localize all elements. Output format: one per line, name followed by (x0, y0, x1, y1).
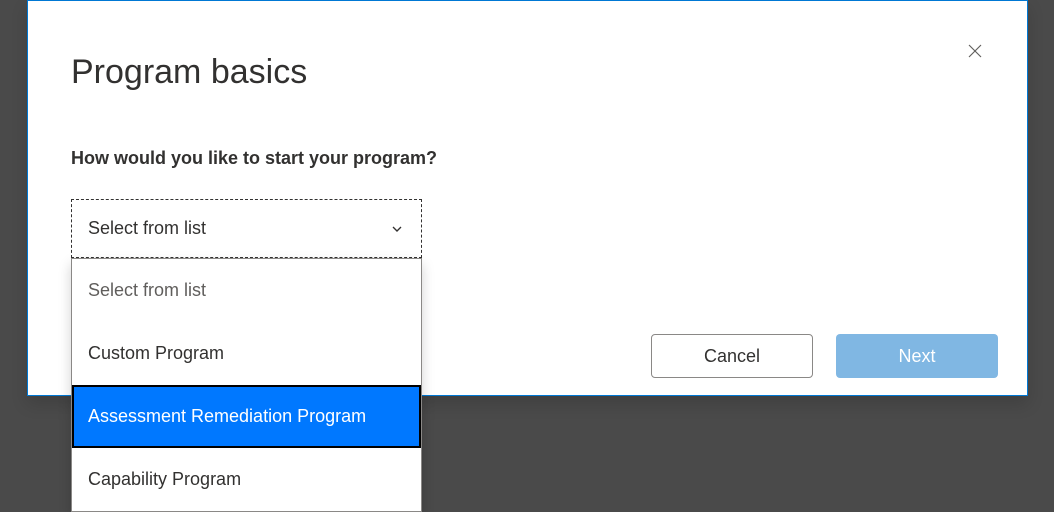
select-value: Select from list (88, 218, 206, 239)
dropdown-option-capability[interactable]: Capability Program (72, 448, 421, 511)
cancel-button[interactable]: Cancel (651, 334, 813, 378)
modal-title: Program basics (71, 53, 307, 92)
close-icon (966, 42, 984, 60)
program-basics-modal: Program basics How would you like to sta… (27, 0, 1028, 396)
program-type-select[interactable]: Select from list (71, 199, 422, 258)
dropdown-option-custom[interactable]: Custom Program (72, 322, 421, 385)
program-type-select-wrapper: Select from list Select from list Custom… (71, 199, 422, 258)
next-button[interactable]: Next (836, 334, 998, 378)
dropdown-option-assessment[interactable]: Assessment Remediation Program (72, 385, 421, 448)
modal-actions: Cancel Next (651, 334, 998, 378)
chevron-down-icon (389, 221, 405, 237)
close-button[interactable] (963, 39, 987, 63)
program-type-dropdown: Select from list Custom Program Assessme… (71, 258, 422, 512)
dropdown-option-placeholder[interactable]: Select from list (72, 259, 421, 322)
modal-question: How would you like to start your program… (71, 148, 437, 169)
